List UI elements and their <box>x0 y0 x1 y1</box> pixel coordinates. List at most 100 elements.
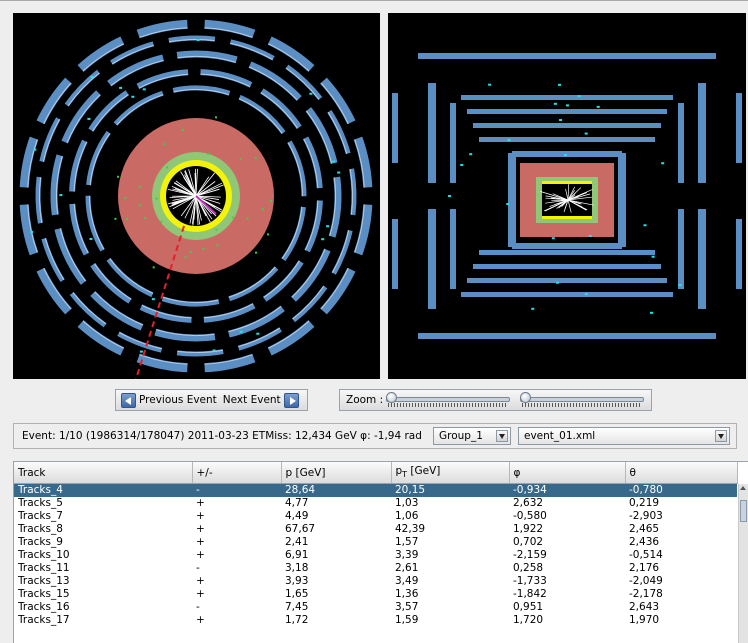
muon-chamber-segment <box>138 24 187 34</box>
muon-endcap-wheel <box>450 103 456 183</box>
muon-chamber-segment <box>201 72 252 85</box>
muon-hit <box>559 119 562 121</box>
column-header-pt[interactable]: pT [GeV] <box>391 462 509 484</box>
calorimeter-hit <box>232 217 234 219</box>
arrow-right-icon <box>284 393 299 408</box>
table-row[interactable]: Tracks_5+4,771,032,6320,219 <box>14 497 737 510</box>
table-row[interactable]: Tracks_8+67,6742,391,9222,465 <box>14 523 737 536</box>
muon-hit <box>531 308 534 310</box>
calorimeter-hit <box>139 186 141 188</box>
calorimeter-hit <box>185 256 187 258</box>
calorimeter-hit <box>144 217 146 219</box>
muon-hit <box>309 93 312 95</box>
previous-event-label: Previous Event <box>139 394 217 406</box>
calorimeter-hit <box>160 221 162 223</box>
muon-endcap-wheel <box>736 93 742 163</box>
event-display-longitudinal-view[interactable] <box>388 13 746 379</box>
table-row[interactable]: Tracks_9+2,411,570,7022,436 <box>14 536 737 549</box>
calorimeter-hit <box>153 266 155 268</box>
muon-chamber-segment <box>324 81 352 123</box>
muon-endcap-wheel <box>678 209 684 289</box>
table-row[interactable]: Tracks_10+6,913,39-2,159-0,514 <box>14 549 737 562</box>
muon-hit <box>30 231 33 233</box>
table-cell: 2,41 <box>281 536 391 549</box>
table-row[interactable]: Tracks_7+4,491,06-0,580-2,903 <box>14 510 737 523</box>
table-cell: Tracks_9 <box>14 536 192 549</box>
calo-support-top <box>512 151 622 157</box>
top-divider <box>0 0 748 1</box>
table-cell: Tracks_4 <box>14 484 192 498</box>
next-event-label: Next Event <box>223 394 281 406</box>
next-event-button[interactable]: Next Event <box>220 393 299 408</box>
column-header-phi[interactable]: φ <box>509 462 625 484</box>
event-display-transverse-view[interactable] <box>13 13 380 379</box>
table-row[interactable]: Tracks_4-28,6420,15-0,934-0,780 <box>14 484 737 498</box>
column-header-charge[interactable]: +/- <box>192 462 281 484</box>
muon-hit <box>566 104 569 106</box>
calorimeter-hit <box>207 153 209 155</box>
table-vertical-scrollbar[interactable] <box>738 484 748 643</box>
muon-chamber-segment <box>138 72 188 86</box>
column-header-p[interactable]: p [GeV] <box>281 462 391 484</box>
table-cell: 0,219 <box>625 497 737 510</box>
muon-endcap-wheel <box>392 93 398 163</box>
inner-detector-hits <box>542 216 592 219</box>
zoom-label: Zoom : <box>346 394 383 406</box>
table-cell: 4,49 <box>281 510 391 523</box>
tracks-table: Track +/- p [GeV] pT [GeV] φ θ Tracks_4-… <box>14 462 738 627</box>
event-file-select[interactable]: event_01.xml <box>518 427 730 445</box>
table-cell: - <box>192 601 281 614</box>
table-cell: + <box>192 614 281 627</box>
muon-hit <box>152 298 155 300</box>
table-row[interactable]: Tracks_11-3,182,610,2582,176 <box>14 562 737 575</box>
muon-chamber-edge <box>264 261 300 298</box>
zoom-panel: Zoom : <box>339 389 652 411</box>
group-select[interactable]: Group_1 <box>433 427 511 445</box>
zoom-slider-right-view[interactable] <box>520 392 644 408</box>
calo-endcap-left <box>508 153 516 247</box>
chevron-down-icon[interactable] <box>715 430 727 442</box>
table-cell: 42,39 <box>391 523 509 536</box>
table-row[interactable]: Tracks_15+1,651,36-1,842-2,178 <box>14 588 737 601</box>
table-cell: 0,702 <box>509 536 625 549</box>
table-cell: 0,258 <box>509 562 625 575</box>
muon-endcap-wheel <box>428 209 436 309</box>
table-cell: -0,934 <box>509 484 625 498</box>
calorimeter-hit <box>255 252 257 254</box>
table-row[interactable]: Tracks_16-7,453,570,9512,643 <box>14 601 737 614</box>
scrollbar-thumb[interactable] <box>740 500 747 522</box>
table-cell: 1,922 <box>509 523 625 536</box>
table-cell: Tracks_16 <box>14 601 192 614</box>
muon-chamber-segment <box>138 358 187 368</box>
scroll-up-icon[interactable] <box>740 486 746 490</box>
column-header-track[interactable]: Track <box>14 462 192 484</box>
table-cell: 4,77 <box>281 497 391 510</box>
table-row[interactable]: Tracks_17+1,721,591,7201,970 <box>14 614 737 627</box>
slider-ticks <box>522 403 642 407</box>
table-cell: 1,970 <box>625 614 737 627</box>
table-cell: 1,720 <box>509 614 625 627</box>
muon-hit <box>558 84 561 86</box>
previous-event-button[interactable]: Previous Event <box>121 393 220 408</box>
tracks-table-panel: Track +/- p [GeV] pT [GeV] φ θ Tracks_4-… <box>13 461 748 643</box>
muon-chamber-segment <box>358 138 368 187</box>
calorimeter-hit <box>215 229 217 231</box>
calorimeter-hit <box>255 157 257 159</box>
table-cell: + <box>192 588 281 601</box>
muon-chamber-segment <box>81 324 123 352</box>
chevron-down-icon[interactable] <box>496 430 508 442</box>
calorimeter-hit <box>166 166 168 168</box>
muon-hit <box>197 39 200 41</box>
table-row[interactable]: Tracks_13+3,933,49-1,733-2,049 <box>14 575 737 588</box>
arrow-left-icon <box>121 393 136 408</box>
table-cell: -2,049 <box>625 575 737 588</box>
table-cell: 1,03 <box>391 497 509 510</box>
muon-hit <box>488 84 491 86</box>
column-header-theta[interactable]: θ <box>625 462 737 484</box>
slider-thumb[interactable] <box>520 392 531 403</box>
muon-endcap-wheel <box>678 103 684 183</box>
zoom-slider-left-view[interactable] <box>386 392 510 408</box>
slider-thumb[interactable] <box>386 392 397 403</box>
muon-endcap-wheel <box>428 83 436 183</box>
muon-hit <box>90 76 93 78</box>
